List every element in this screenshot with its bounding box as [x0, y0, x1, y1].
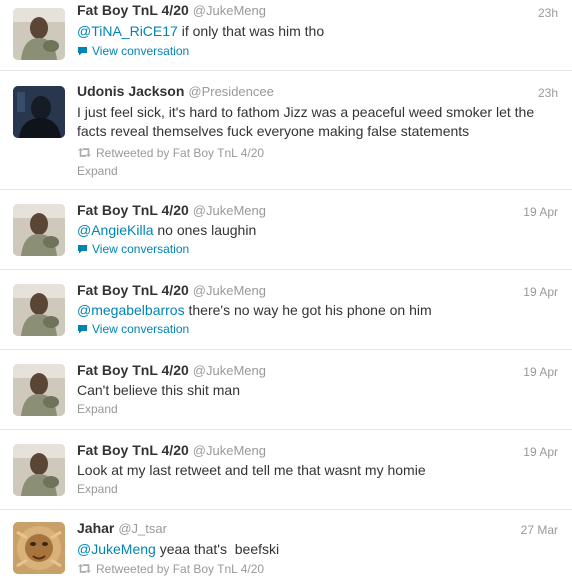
- tweet-text: @megabelbarros there's no way he got his…: [77, 302, 432, 318]
- mention-link[interactable]: @AngieKilla: [77, 222, 153, 238]
- expand-link[interactable]: Expand: [77, 164, 118, 178]
- tweet-text: Can't believe this shit man: [77, 382, 240, 398]
- tweet-text: @JukeMeng yeaa that's beefski: [77, 541, 280, 557]
- avatar[interactable]: [13, 444, 65, 496]
- tweet-timestamp[interactable]: 19 Apr: [523, 445, 558, 459]
- speech-bubble-icon: [77, 45, 88, 59]
- retweeted-by: Retweeted by Fat Boy TnL 4/20: [77, 562, 264, 577]
- tweet-timeline: Fat Boy TnL 4/20 @JukeMeng 23h @TiNA_RiCE…: [0, 0, 572, 580]
- user-fullname[interactable]: Jahar: [77, 520, 114, 536]
- tweet-header: Jahar @J_tsar: [77, 520, 167, 536]
- retweet-icon: [77, 563, 92, 577]
- tweet-timestamp[interactable]: 23h: [538, 6, 558, 20]
- mention-link[interactable]: @megabelbarros: [77, 302, 185, 318]
- user-handle[interactable]: @Presidencee: [188, 84, 273, 99]
- tweet[interactable]: Fat Boy TnL 4/20 @JukeMeng 19 Apr Can't b…: [0, 350, 572, 430]
- tweet-text: Look at my last retweet and tell me that…: [77, 462, 426, 478]
- avatar[interactable]: [13, 364, 65, 416]
- user-handle[interactable]: @JukeMeng: [193, 203, 266, 218]
- tweet-header: Fat Boy TnL 4/20 @JukeMeng: [77, 282, 266, 298]
- mention-link[interactable]: @TiNA_RiCE17: [77, 23, 178, 39]
- retweeted-by: Retweeted by Fat Boy TnL 4/20: [77, 146, 264, 161]
- user-handle[interactable]: @JukeMeng: [193, 363, 266, 378]
- tweet-header: Fat Boy TnL 4/20 @JukeMeng: [77, 362, 266, 378]
- user-handle[interactable]: @J_tsar: [118, 521, 167, 536]
- tweet[interactable]: Fat Boy TnL 4/20 @JukeMeng 19 Apr @megabe…: [0, 270, 572, 350]
- tweet[interactable]: Fat Boy TnL 4/20 @JukeMeng 19 Apr @AngieK…: [0, 190, 572, 270]
- user-fullname[interactable]: Fat Boy TnL 4/20: [77, 282, 189, 298]
- speech-bubble-icon: [77, 243, 88, 257]
- tweet[interactable]: Fat Boy TnL 4/20 @JukeMeng 23h @TiNA_RiCE…: [0, 0, 572, 71]
- view-conversation-link[interactable]: View conversation: [77, 322, 189, 337]
- user-fullname[interactable]: Fat Boy TnL 4/20: [77, 202, 189, 218]
- mention-link[interactable]: @JukeMeng: [77, 541, 156, 557]
- avatar[interactable]: [13, 8, 65, 60]
- tweet-header: Fat Boy TnL 4/20 @JukeMeng: [77, 442, 266, 458]
- user-fullname[interactable]: Fat Boy TnL 4/20: [77, 362, 189, 378]
- tweet-timestamp[interactable]: 19 Apr: [523, 285, 558, 299]
- tweet-timestamp[interactable]: 19 Apr: [523, 365, 558, 379]
- tweet-header: Udonis Jackson @Presidencee: [77, 83, 274, 99]
- tweet-text: @TiNA_RiCE17 if only that was him tho: [77, 23, 325, 39]
- view-conversation-link[interactable]: View conversation: [77, 44, 189, 59]
- tweet[interactable]: Udonis Jackson @Presidencee 23h I just fe…: [0, 71, 572, 190]
- avatar[interactable]: [13, 86, 65, 138]
- retweet-icon: [77, 147, 92, 161]
- tweet-timestamp[interactable]: 27 Mar: [521, 523, 558, 537]
- expand-link[interactable]: Expand: [77, 402, 118, 416]
- expand-link[interactable]: Expand: [77, 482, 118, 496]
- user-fullname[interactable]: Udonis Jackson: [77, 83, 184, 99]
- user-fullname[interactable]: Fat Boy TnL 4/20: [77, 442, 189, 458]
- user-handle[interactable]: @JukeMeng: [193, 443, 266, 458]
- avatar[interactable]: [13, 204, 65, 256]
- tweet[interactable]: Fat Boy TnL 4/20 @JukeMeng 19 Apr Look at…: [0, 430, 572, 510]
- tweet[interactable]: Jahar @J_tsar 27 Mar @JukeMeng yeaa that'…: [0, 510, 572, 580]
- tweet-header: Fat Boy TnL 4/20 @JukeMeng: [77, 2, 266, 18]
- tweet-text: I just feel sick, it's hard to fathom Ji…: [77, 104, 535, 139]
- avatar[interactable]: [13, 522, 65, 574]
- avatar[interactable]: [13, 284, 65, 336]
- tweet-timestamp[interactable]: 23h: [538, 86, 558, 100]
- view-conversation-link[interactable]: View conversation: [77, 242, 189, 257]
- tweet-text: @AngieKilla no ones laughin: [77, 222, 257, 238]
- tweet-timestamp[interactable]: 19 Apr: [523, 205, 558, 219]
- tweet-header: Fat Boy TnL 4/20 @JukeMeng: [77, 202, 266, 218]
- user-handle[interactable]: @JukeMeng: [193, 3, 266, 18]
- speech-bubble-icon: [77, 323, 88, 337]
- user-handle[interactable]: @JukeMeng: [193, 283, 266, 298]
- user-fullname[interactable]: Fat Boy TnL 4/20: [77, 2, 189, 18]
